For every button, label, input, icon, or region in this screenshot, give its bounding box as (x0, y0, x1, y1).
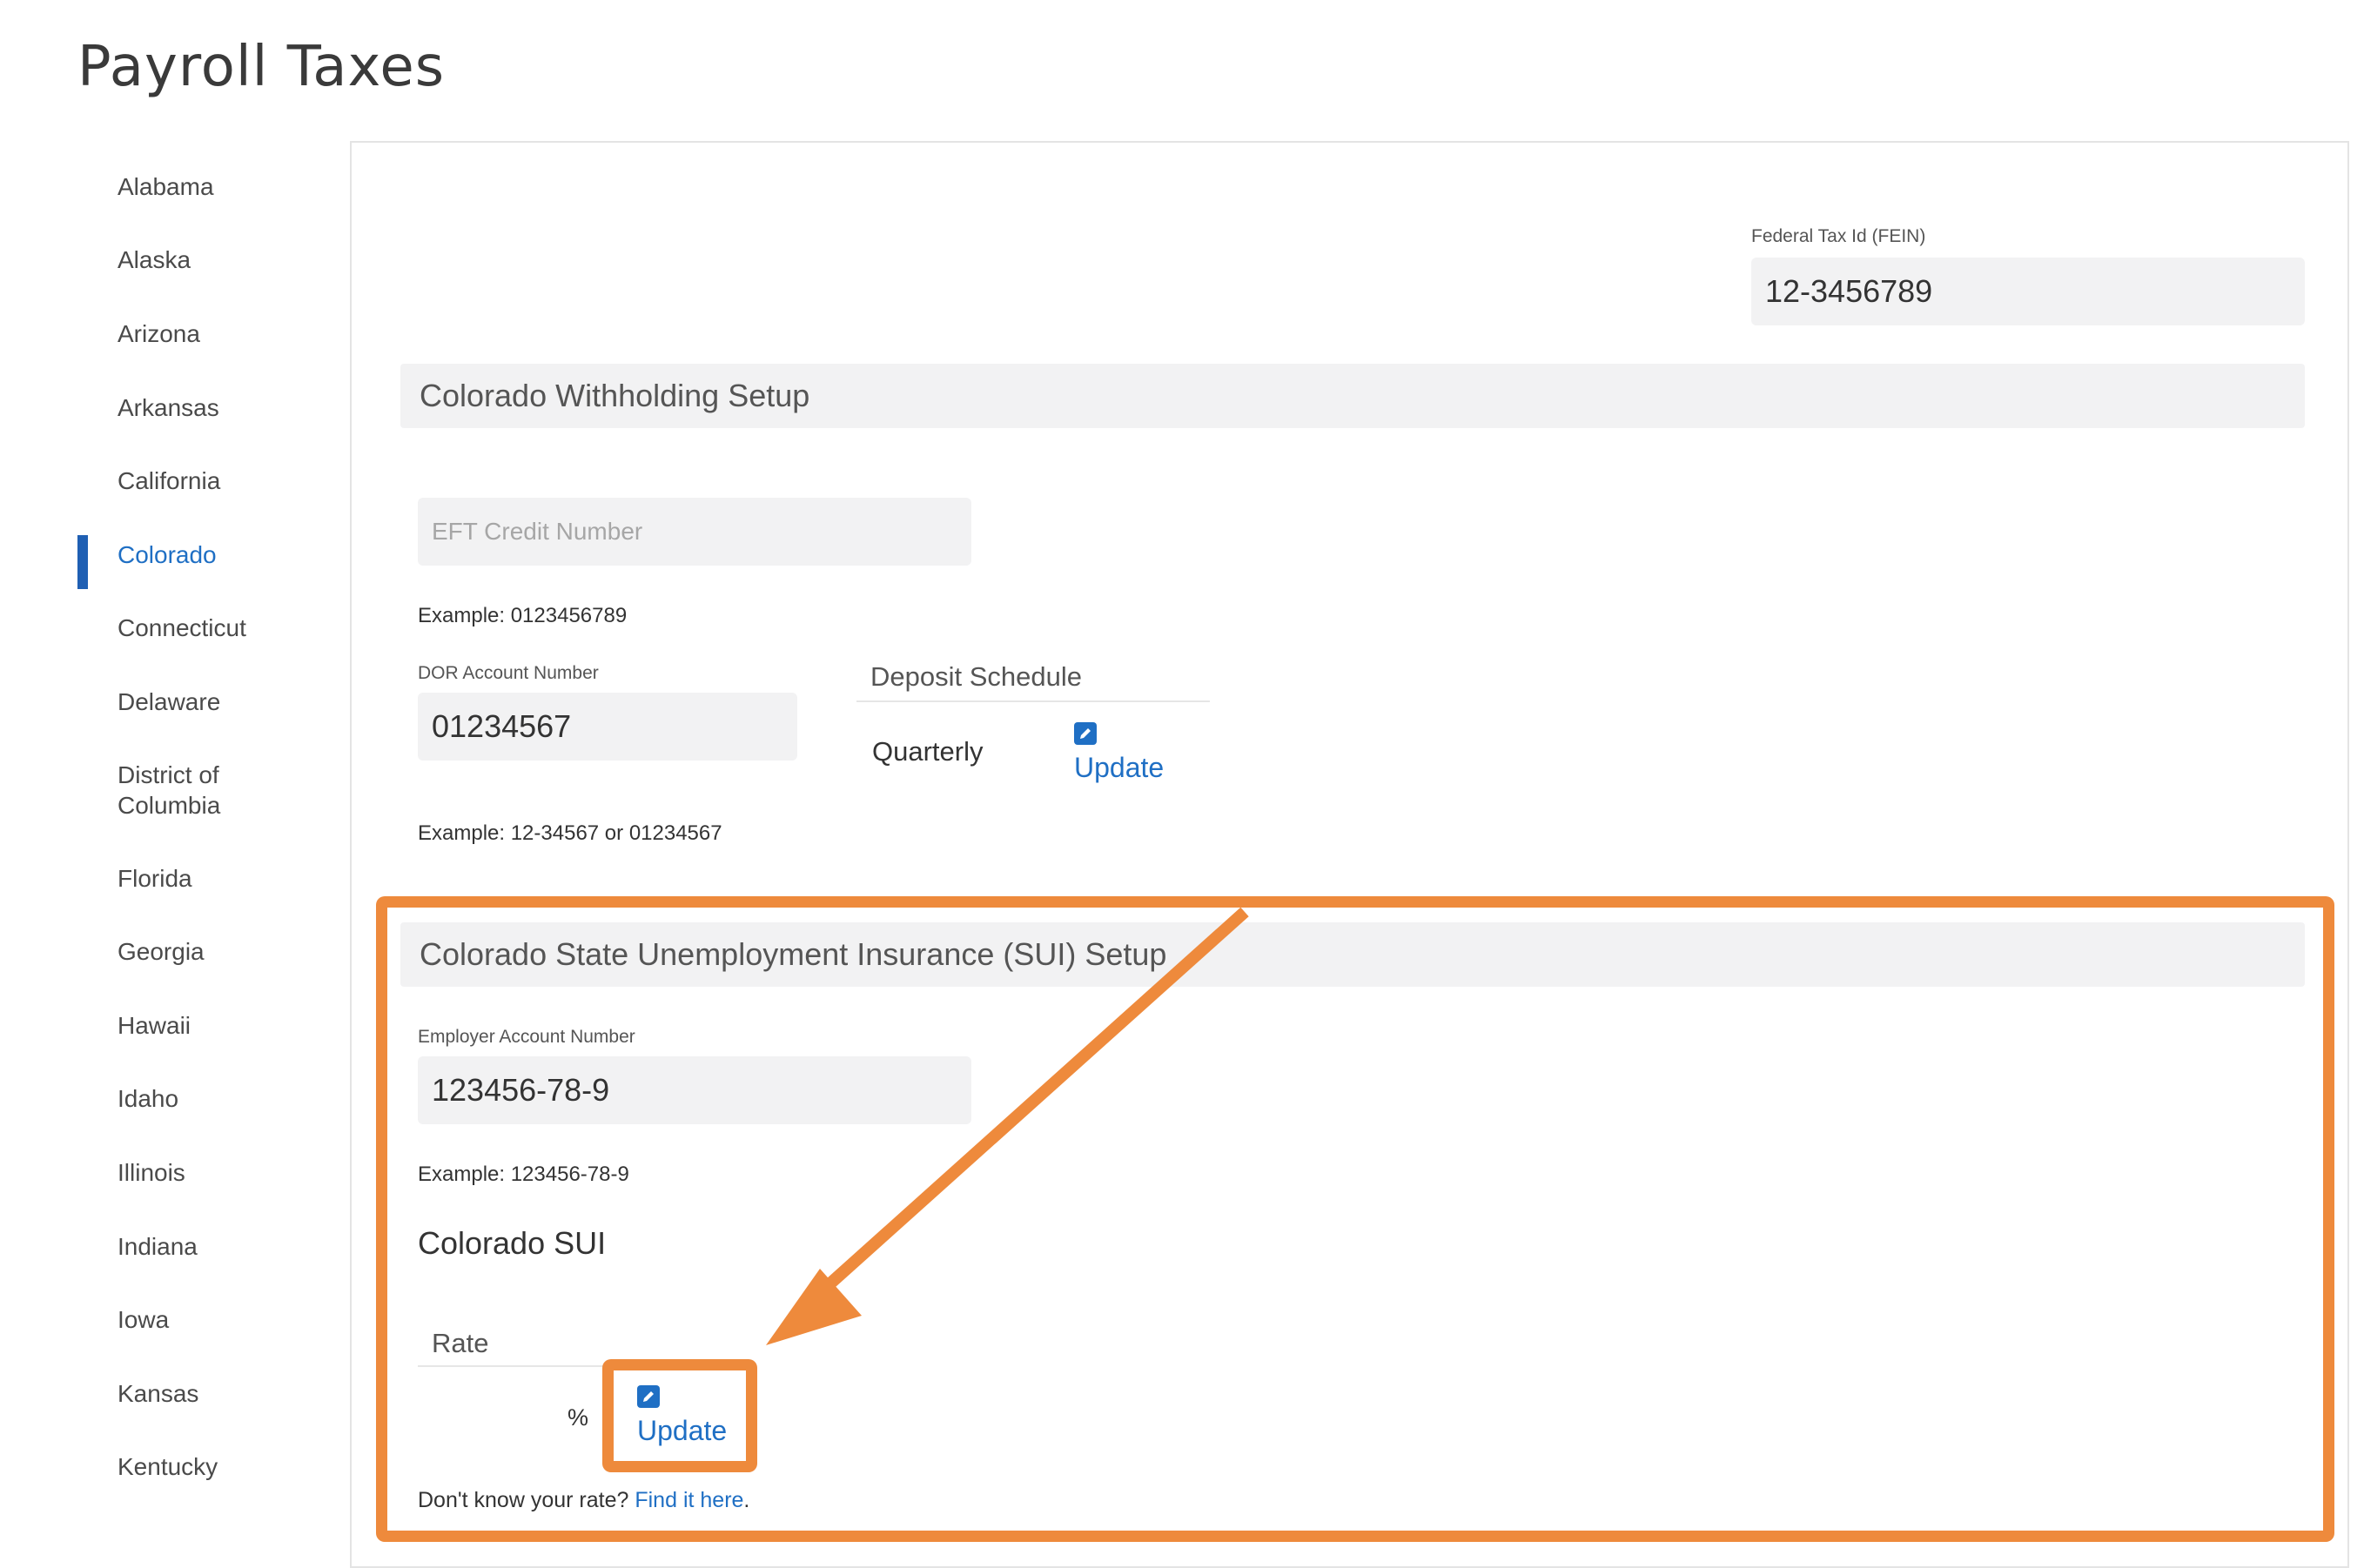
annotation-arrow (766, 907, 1249, 1345)
